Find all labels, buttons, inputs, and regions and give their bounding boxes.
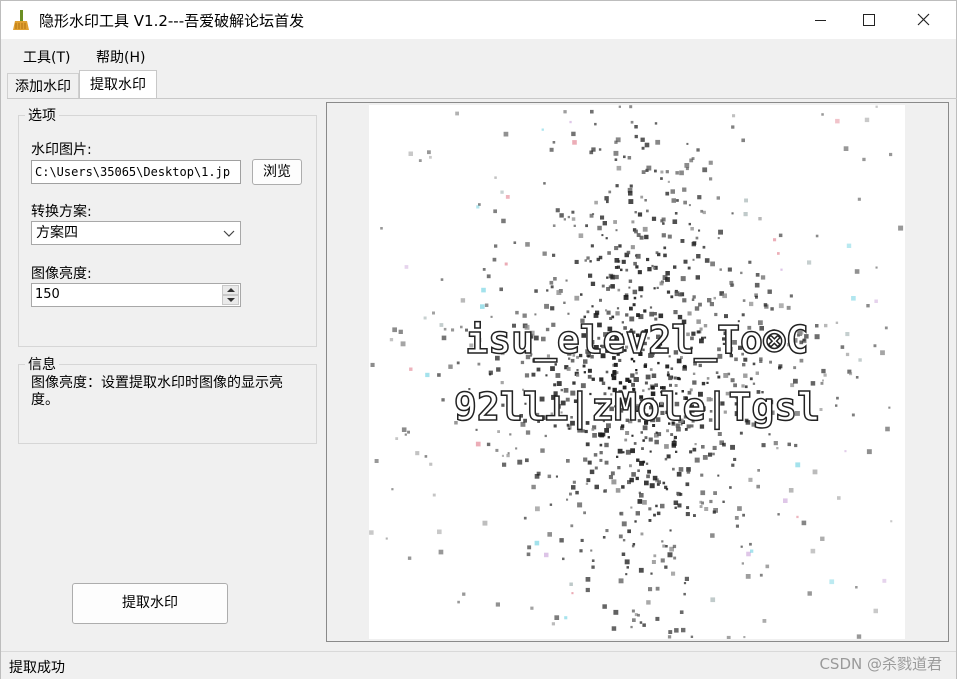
watermark-image-label: 水印图片: bbox=[31, 142, 92, 158]
scheme-select-value: 方案四 bbox=[36, 225, 78, 241]
status-text: 提取成功 bbox=[9, 660, 65, 676]
extract-watermark-button[interactable]: 提取水印 bbox=[72, 583, 228, 624]
tab-extract-watermark[interactable]: 提取水印 bbox=[79, 70, 157, 99]
brightness-value: 150 bbox=[35, 287, 60, 302]
brightness-label: 图像亮度: bbox=[31, 266, 92, 282]
watermark-image-path-input[interactable]: C:\Users\35065\Desktop\1.jp bbox=[31, 160, 241, 184]
scheme-select[interactable]: 方案四 bbox=[31, 221, 241, 245]
options-group-title: 选项 bbox=[25, 105, 59, 125]
app-window: 隐形水印工具 V1.2---吾爱破解论坛首发 工具(T) 帮助(H) 添加水印 … bbox=[0, 0, 957, 679]
spin-down-icon[interactable] bbox=[222, 295, 239, 305]
preview-panel: isu_elev2l_To⊗C 92ll⊥|zMole|Tgsl bbox=[326, 102, 949, 642]
status-bar: 提取成功 CSDN @杀戮道君 bbox=[1, 651, 956, 679]
menu-tools[interactable]: 工具(T) bbox=[23, 47, 70, 67]
tab-add-watermark[interactable]: 添加水印 bbox=[7, 73, 79, 99]
info-text: 图像亮度：设置提取水印时图像的显示亮度。 bbox=[31, 375, 283, 408]
scheme-label: 转换方案: bbox=[31, 204, 92, 220]
info-group-title: 信息 bbox=[25, 354, 59, 374]
minimize-icon[interactable] bbox=[798, 1, 844, 39]
menu-help[interactable]: 帮助(H) bbox=[96, 47, 145, 67]
browse-button[interactable]: 浏览 bbox=[252, 159, 302, 185]
brightness-stepper[interactable] bbox=[222, 285, 239, 305]
watermark-text-line-2: 92ll⊥|zMole|Tgsl bbox=[454, 385, 820, 430]
watermark-text-line-1: isu_elev2l_To⊗C bbox=[465, 318, 808, 362]
spin-up-icon[interactable] bbox=[222, 285, 239, 295]
broom-icon bbox=[13, 10, 29, 30]
chevron-down-icon bbox=[223, 230, 235, 237]
maximize-icon[interactable] bbox=[846, 1, 892, 39]
menu-bar: 工具(T) 帮助(H) bbox=[1, 39, 956, 69]
window-title: 隐形水印工具 V1.2---吾爱破解论坛首发 bbox=[39, 12, 305, 30]
brightness-spinbox[interactable]: 150 bbox=[31, 283, 241, 307]
close-icon[interactable] bbox=[901, 1, 947, 39]
title-bar[interactable]: 隐形水印工具 V1.2---吾爱破解论坛首发 bbox=[1, 1, 956, 39]
csdn-watermark: CSDN @杀戮道君 bbox=[819, 655, 942, 673]
extracted-watermark-image: isu_elev2l_To⊗C 92ll⊥|zMole|Tgsl bbox=[369, 105, 905, 639]
